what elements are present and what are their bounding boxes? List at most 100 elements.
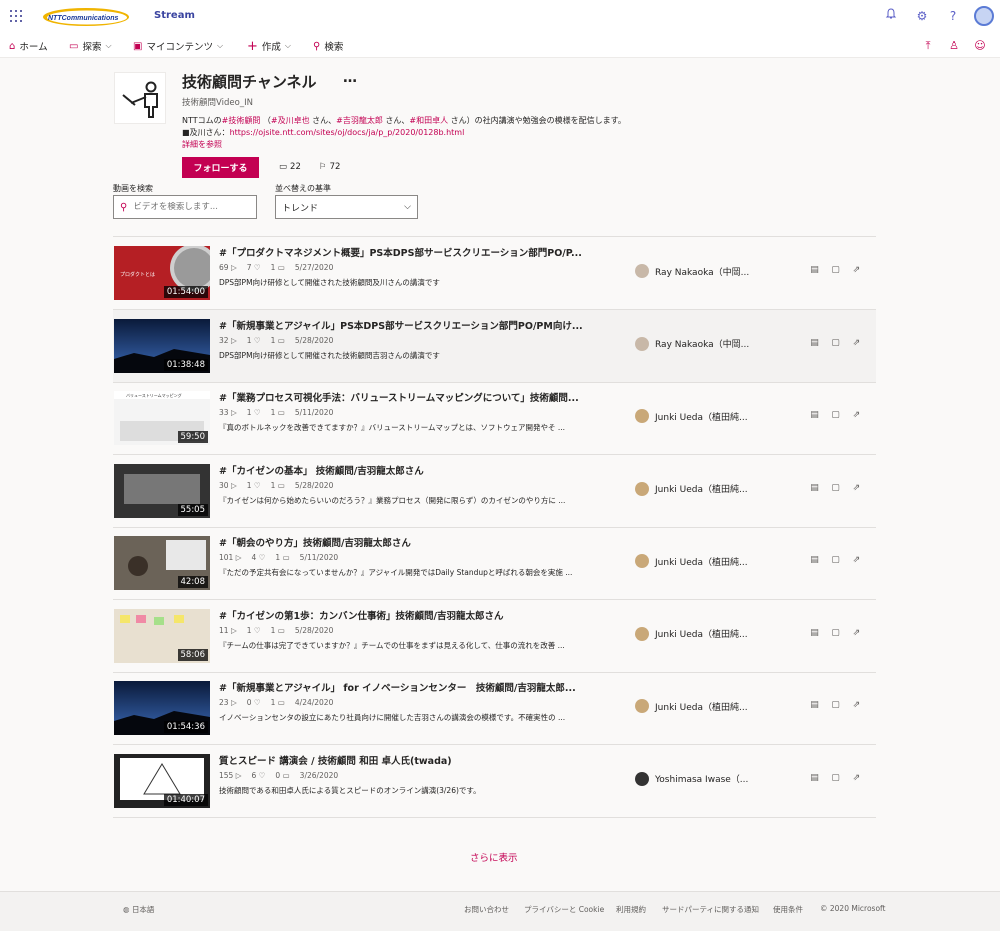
- add-to-group-icon[interactable]: ▢: [830, 555, 841, 566]
- add-to-list-icon[interactable]: ▤: [809, 773, 820, 784]
- share-icon[interactable]: ⇗: [851, 555, 862, 566]
- nav-my-content[interactable]: ▣ マイコンテンツ ⌵: [133, 34, 223, 58]
- video-thumbnail[interactable]: 58:06: [114, 608, 210, 663]
- add-to-group-icon[interactable]: ▢: [830, 265, 841, 276]
- author-avatar: [635, 554, 649, 568]
- nav-explore[interactable]: ▭ 探索 ⌵: [69, 34, 112, 58]
- sort-dropdown[interactable]: トレンド ⌵: [275, 195, 418, 219]
- user-avatar[interactable]: [974, 6, 994, 26]
- video-title[interactable]: #「カイゼンの基本」 技術顧問/吉羽龍太郎さん: [219, 463, 424, 477]
- share-icon[interactable]: ⇗: [851, 483, 862, 494]
- video-title[interactable]: #「プロダクトマネジメント概要」PS本DPS部サービスクリエーション部門PO/P…: [219, 245, 582, 259]
- smiley-icon[interactable]: ☺: [973, 38, 987, 54]
- add-to-list-icon[interactable]: ▤: [809, 628, 820, 639]
- hashtag-link[interactable]: #吉羽龍太郎: [336, 116, 383, 125]
- add-to-group-icon[interactable]: ▢: [830, 338, 841, 349]
- video-row[interactable]: 55:05 #「カイゼンの基本」 技術顧問/吉羽龍太郎さん 30 ▷ 1 ♡ 1 ▭ 5/…: [113, 455, 876, 527]
- person-add-icon[interactable]: ♙: [947, 38, 961, 54]
- author-avatar: [635, 481, 649, 496]
- add-to-list-icon[interactable]: ▤: [809, 265, 820, 276]
- play-icon: ▷: [235, 553, 242, 562]
- show-more-link[interactable]: さらに表示: [470, 850, 518, 864]
- details-link[interactable]: 詳細を参照: [182, 139, 222, 150]
- help-icon[interactable]: ?: [945, 8, 961, 24]
- video-author[interactable]: Junki Ueda（植田純...: [635, 699, 748, 713]
- add-to-list-icon[interactable]: ▤: [809, 700, 820, 711]
- upload-date: 5/11/2020: [299, 553, 339, 562]
- video-title[interactable]: #「新規事業とアジャイル」PS本DPS部サービスクリエーション部門PO/PM向け…: [219, 318, 583, 332]
- add-to-group-icon[interactable]: ▢: [830, 700, 841, 711]
- play-icon: ▷: [230, 698, 237, 707]
- add-to-list-icon[interactable]: ▤: [809, 410, 820, 421]
- gear-icon[interactable]: ⚙: [914, 8, 930, 24]
- video-thumbnail[interactable]: 01:54:36: [114, 681, 210, 735]
- video-row[interactable]: 42:08 #「朝会のやり方」技術顧問/吉羽龍太郎さん 101 ▷ 4 ♡ 1 ▭ 5/1…: [113, 527, 876, 599]
- video-title[interactable]: #「カイゼンの第1歩：カンバン仕事術」技術顧問/吉羽龍太郎さん: [219, 608, 504, 622]
- chevron-down-icon: ⌵: [216, 41, 224, 50]
- video-title[interactable]: #「新規事業とアジャイル」 for イノベーションセンター 技術顧問/吉羽龍太郎…: [219, 680, 576, 694]
- video-search-box[interactable]: ⚲: [113, 195, 257, 219]
- app-launcher-icon[interactable]: [10, 10, 22, 22]
- explore-icon: ▭: [69, 40, 79, 52]
- third-party-link[interactable]: サードパーティに関する通知: [662, 904, 759, 915]
- video-thumbnail[interactable]: バリューストリームマッピング 59:50: [114, 391, 210, 445]
- video-title[interactable]: #「業務プロセス可視化手法：バリューストリームマッピングについて」技術顧問...: [219, 390, 579, 404]
- add-to-group-icon[interactable]: ▢: [830, 483, 841, 494]
- share-icon[interactable]: ⇗: [851, 700, 862, 711]
- nav-search[interactable]: ⚲ 検索: [313, 34, 343, 58]
- add-to-list-icon[interactable]: ▤: [809, 338, 820, 349]
- video-thumbnail[interactable]: 01:38:48: [114, 318, 210, 373]
- view-count: 11 ▷: [219, 625, 237, 635]
- share-icon[interactable]: ⇗: [851, 410, 862, 421]
- video-row[interactable]: 01:38:48 #「新規事業とアジャイル」PS本DPS部サービスクリエーション部…: [113, 309, 876, 382]
- add-to-list-icon[interactable]: ▤: [809, 555, 820, 566]
- video-thumbnail[interactable]: プロダクトとは 01:54:00: [114, 246, 210, 300]
- share-icon[interactable]: ⇗: [851, 338, 862, 349]
- share-icon[interactable]: ⇗: [851, 628, 862, 639]
- video-thumbnail[interactable]: 01:40:07: [114, 753, 210, 808]
- video-author[interactable]: Ray Nakaoka（中岡...: [635, 336, 749, 351]
- video-author[interactable]: Ray Nakaoka（中岡...: [635, 264, 749, 278]
- video-search-input[interactable]: [133, 202, 244, 212]
- hashtag-link[interactable]: #技術顧問: [222, 116, 261, 125]
- video-row[interactable]: 58:06 #「カイゼンの第1歩：カンバン仕事術」技術顧問/吉羽龍太郎さん 11 ▷…: [113, 600, 876, 672]
- share-icon[interactable]: ⇗: [851, 773, 862, 784]
- terms-link[interactable]: 利用規約: [616, 904, 646, 915]
- nav-home[interactable]: ⌂ ホーム: [9, 34, 48, 58]
- follow-button[interactable]: フォローする: [182, 157, 259, 178]
- copyright: © 2020 Microsoft: [820, 904, 886, 913]
- app-name[interactable]: Stream: [154, 10, 195, 21]
- video-thumbnail[interactable]: 42:08: [114, 536, 210, 590]
- hashtag-link[interactable]: #及川卓也: [271, 116, 310, 125]
- video-author[interactable]: Junki Ueda（植田純...: [635, 626, 748, 641]
- hashtag-link[interactable]: #和田卓人: [409, 116, 448, 125]
- upload-date: 5/28/2020: [294, 335, 334, 345]
- add-to-group-icon[interactable]: ▢: [830, 773, 841, 784]
- video-title[interactable]: 質とスピード 講演会 / 技術顧問 和田 卓人氏(twada): [219, 753, 452, 767]
- conditions-link[interactable]: 使用条件: [773, 904, 803, 915]
- video-thumbnail[interactable]: 55:05: [114, 463, 210, 518]
- video-row[interactable]: 01:40:07 質とスピード 講演会 / 技術顧問 和田 卓人氏(twada) 1…: [113, 745, 876, 817]
- nav-create[interactable]: + 作成 ⌵: [247, 34, 291, 58]
- add-to-list-icon[interactable]: ▤: [809, 483, 820, 494]
- video-author[interactable]: Junki Ueda（植田純...: [635, 554, 748, 568]
- add-to-group-icon[interactable]: ▢: [830, 628, 841, 639]
- language-selector[interactable]: ◍ 日本語: [123, 904, 154, 915]
- contact-link[interactable]: お問い合わせ: [464, 904, 509, 915]
- bell-icon[interactable]: [883, 8, 899, 24]
- video-row[interactable]: バリューストリームマッピング 59:50 #「業務プロセス可視化手法：バリューストリ…: [113, 382, 876, 454]
- video-row[interactable]: プロダクトとは 01:54:00 #「プロダクトマネジメント概要」PS本DPS部サー…: [113, 237, 876, 309]
- upload-icon[interactable]: ⤒: [921, 38, 935, 54]
- video-author[interactable]: Yoshimasa Iwase（...: [635, 771, 748, 786]
- video-title[interactable]: #「朝会のやり方」技術顧問/吉羽龍太郎さん: [219, 535, 411, 549]
- channel-url-link[interactable]: https://ojsite.ntt.com/sites/oj/docs/ja/…: [230, 128, 465, 137]
- video-author[interactable]: Junki Ueda（植田純...: [635, 409, 748, 423]
- privacy-link[interactable]: プライバシーと Cookie: [524, 904, 604, 915]
- share-icon[interactable]: ⇗: [851, 265, 862, 276]
- thumb-text: プロダクトとは: [120, 271, 155, 278]
- add-to-group-icon[interactable]: ▢: [830, 410, 841, 421]
- more-options-icon[interactable]: …: [343, 70, 357, 86]
- video-author[interactable]: Junki Ueda（植田純...: [635, 481, 748, 496]
- ntt-logo[interactable]: NTTCommunications: [42, 7, 130, 27]
- video-row[interactable]: 01:54:36 #「新規事業とアジャイル」 for イノベーションセンター 技術…: [113, 672, 876, 744]
